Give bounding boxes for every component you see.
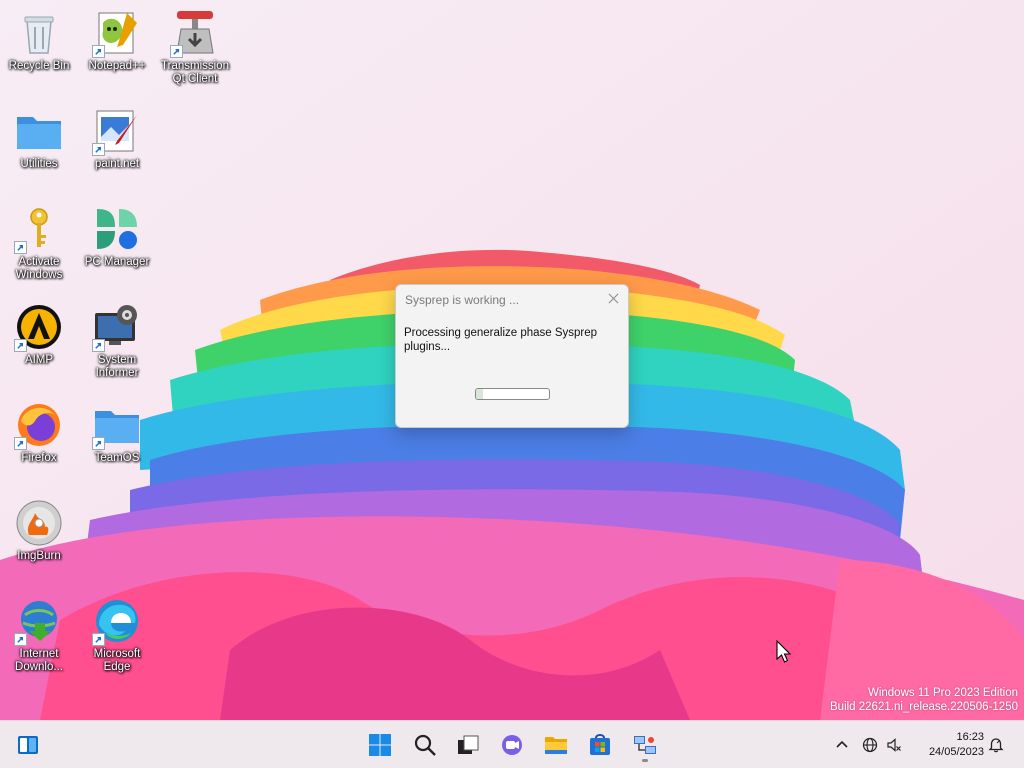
folder-icon <box>14 106 64 156</box>
store-icon <box>590 734 610 755</box>
desktop-icon-label: Firefox <box>21 452 57 464</box>
key-icon <box>14 204 64 254</box>
system-informer-icon <box>92 302 142 352</box>
desktop-icon-label: AIMP <box>24 354 54 366</box>
activation-watermark: Windows 11 Pro 2023 Edition Build 22621.… <box>830 686 1018 714</box>
chevron-up-icon <box>836 740 848 748</box>
sysprep-dialog: Sysprep is working ... Processing genera… <box>395 284 629 428</box>
shortcut-arrow-icon <box>92 437 105 450</box>
desktop-icon-aimp[interactable]: AIMP <box>4 302 74 392</box>
shortcut-arrow-icon <box>92 143 105 156</box>
file-explorer-icon <box>545 737 567 754</box>
aimp-icon <box>14 302 64 352</box>
shortcut-arrow-icon <box>14 633 27 646</box>
desktop-icon-paint-net[interactable]: paint.net <box>82 106 152 196</box>
watermark-build: Build 22621.ni_release.220506-1250 <box>830 701 1018 713</box>
recycle-bin-icon <box>14 8 64 58</box>
widgets-button[interactable] <box>12 729 44 761</box>
desktop-icon-label: ImgBurn <box>17 550 61 562</box>
desktop-icon-internet-download-manager[interactable]: Internet Downlo... <box>4 596 74 686</box>
desktop-icon-recycle-bin[interactable]: Recycle Bin <box>4 8 74 98</box>
desktop-icon-label: Notepad++ <box>88 60 146 72</box>
desktop-icon-label: paint.net <box>94 158 140 170</box>
search-button[interactable] <box>409 729 441 761</box>
taskbar: 16:23 24/05/2023 <box>0 720 1024 768</box>
imgburn-icon <box>14 498 64 548</box>
desktop-icon-teamos[interactable]: TeamOS <box>82 400 152 490</box>
dialog-message: Processing generalize phase Sysprep plug… <box>404 327 598 353</box>
sysprep-icon <box>634 736 656 754</box>
watermark-edition: Windows 11 Pro 2023 Edition <box>867 687 1018 699</box>
start-button[interactable] <box>364 729 396 761</box>
widgets-icon <box>18 736 38 754</box>
desktop-icon-label: Microsoft Edge <box>93 648 141 673</box>
firefox-icon <box>14 400 64 450</box>
dialog-close-button[interactable] <box>605 290 621 306</box>
desktop-icon-label: PC Manager <box>84 256 150 268</box>
volume-button[interactable] <box>884 735 904 755</box>
desktop-icon-label: Utilities <box>20 158 58 170</box>
task-view-button[interactable] <box>452 729 484 761</box>
show-hidden-icons-button[interactable] <box>832 735 852 755</box>
dialog-title: Sysprep is working ... <box>405 293 520 307</box>
desktop-icon-imgburn[interactable]: ImgBurn <box>4 498 74 588</box>
shortcut-arrow-icon <box>14 437 27 450</box>
desktop-icon-pc-manager[interactable]: PC Manager <box>82 204 152 294</box>
edge-icon <box>92 596 142 646</box>
file-explorer-button[interactable] <box>540 729 572 761</box>
desktop-icon-notepad-plus-plus[interactable]: Notepad++ <box>82 8 152 98</box>
search-icon <box>414 734 436 756</box>
mouse-cursor-icon <box>776 640 792 663</box>
clock-date: 24/05/2023 <box>928 746 984 758</box>
start-icon <box>369 734 391 756</box>
shortcut-arrow-icon <box>92 339 105 352</box>
store-button[interactable] <box>584 729 616 761</box>
desktop-icon-label: Activate Windows <box>15 256 63 281</box>
desktop-icon-label: Recycle Bin <box>8 60 70 72</box>
desktop-icon-transmission[interactable]: Transmission Qt Client <box>160 8 230 98</box>
notification-button[interactable] <box>986 735 1006 755</box>
chat-icon <box>502 735 522 755</box>
network-button[interactable] <box>860 735 880 755</box>
network-icon <box>862 737 878 753</box>
desktop-icon-system-informer[interactable]: System Informer <box>82 302 152 392</box>
desktop-icon-firefox[interactable]: Firefox <box>4 400 74 490</box>
chat-button[interactable] <box>496 729 528 761</box>
volume-muted-icon <box>887 738 901 752</box>
notification-icon <box>988 738 1004 753</box>
close-icon <box>608 293 618 303</box>
clock-time: 16:23 <box>956 731 984 743</box>
folder-icon <box>92 400 142 450</box>
desktop-icon-label: System Informer <box>95 354 139 379</box>
running-app-indicator <box>642 759 648 762</box>
desktop-icon-label: TeamOS <box>94 452 140 464</box>
shortcut-arrow-icon <box>14 339 27 352</box>
shortcut-arrow-icon <box>92 45 105 58</box>
progress-bar <box>475 388 550 400</box>
transmission-icon <box>170 8 220 58</box>
paint-net-icon <box>92 106 142 156</box>
desktop-icon-activate-windows[interactable]: Activate Windows <box>4 204 74 294</box>
pc-manager-icon <box>92 204 142 254</box>
desktop-icon-label: Transmission Qt Client <box>161 60 229 85</box>
shortcut-arrow-icon <box>170 45 183 58</box>
desktop-icon-utilities[interactable]: Utilities <box>4 106 74 196</box>
notepad-plus-plus-icon <box>92 8 142 58</box>
internet-download-manager-icon <box>14 596 64 646</box>
desktop-icon-label: Internet Downlo... <box>15 648 63 673</box>
desktop-icon-microsoft-edge[interactable]: Microsoft Edge <box>82 596 152 686</box>
taskbar-clock[interactable]: 16:23 24/05/2023 <box>912 730 984 760</box>
sysprep-taskbar-button[interactable] <box>629 729 661 761</box>
progress-fill <box>476 389 484 399</box>
shortcut-arrow-icon <box>92 633 105 646</box>
task-view-icon <box>458 735 479 754</box>
shortcut-arrow-icon <box>14 241 27 254</box>
